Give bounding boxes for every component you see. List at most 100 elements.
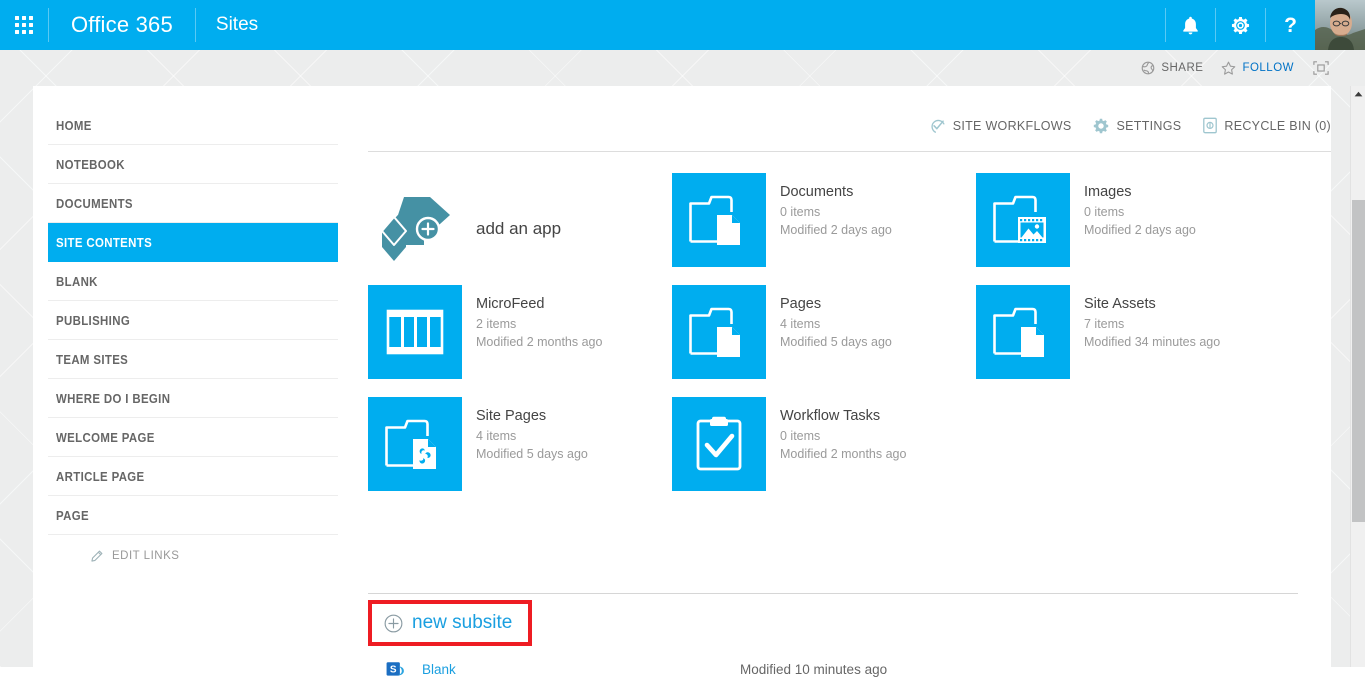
office365-suite-bar: Office 365 Sites ? <box>0 0 1365 50</box>
chevron-up-icon <box>1354 91 1362 97</box>
command-bar: SITE WORKFLOWS SETTINGS RECYCLE BIN (0) <box>368 100 1331 152</box>
tile-modified: Modified 5 days ago <box>476 447 588 462</box>
sharepoint-icon: S <box>386 661 404 676</box>
sidebar-item-home[interactable]: HOME <box>48 106 338 145</box>
sidebar-item-blank[interactable]: BLANK <box>48 262 338 301</box>
app-tile-site-assets[interactable]: Site Assets 7 items Modified 34 minutes … <box>976 285 1280 397</box>
help-button[interactable]: ? <box>1266 0 1315 50</box>
tile-title: Documents <box>780 184 854 200</box>
tile-icon-workflow-tasks <box>672 397 766 491</box>
avatar[interactable] <box>1315 0 1365 50</box>
settings-button[interactable] <box>1216 0 1265 50</box>
tile-modified: Modified 2 months ago <box>780 447 907 462</box>
tile-item-count: 7 items <box>1084 316 1125 331</box>
sidebar-item-page[interactable]: PAGE <box>48 496 338 535</box>
tile-title: Workflow Tasks <box>780 408 881 424</box>
scrollbar-thumb[interactable] <box>1352 200 1365 522</box>
app-tile-pages[interactable]: Pages 4 items Modified 5 days ago <box>672 285 976 397</box>
app-tile-images[interactable]: Images 0 items Modified 2 days ago <box>976 173 1280 285</box>
subsite-icon-wrap: S <box>368 660 422 679</box>
office365-brand[interactable]: Office 365 <box>49 0 195 50</box>
tile-text-images: Images 0 items Modified 2 days ago <box>1070 173 1196 240</box>
subsites-section: new subsite S Blank Modified 10 minutes … <box>368 593 1298 683</box>
tile-icon-site-assets <box>976 285 1070 379</box>
list-columns-icon <box>386 309 444 355</box>
settings-label: SETTINGS <box>1116 118 1182 133</box>
tile-modified: Modified 34 minutes ago <box>1084 335 1221 350</box>
settings-link[interactable]: SETTINGS <box>1071 118 1181 134</box>
tile-text-site-assets: Site Assets 7 items Modified 34 minutes … <box>1070 285 1220 352</box>
sidebar-item-label: TEAM SITES <box>56 351 129 367</box>
tile-text-pages: Pages 4 items Modified 5 days ago <box>766 285 892 352</box>
tile-item-count: 0 items <box>780 428 821 443</box>
folder-document-icon <box>993 307 1044 357</box>
new-subsite-label: new subsite <box>412 612 513 633</box>
app-tile-microfeed[interactable]: MicroFeed 2 items Modified 2 months ago <box>368 285 672 397</box>
page-surface: HOME NOTEBOOK DOCUMENTS SITE CONTENTS BL… <box>33 86 1331 677</box>
app-tiles-grid: add an app Documents 0 items Modified 2 … <box>368 152 1331 509</box>
tile-text-microfeed: MicroFeed 2 items Modified 2 months ago <box>462 285 602 352</box>
vertical-scrollbar[interactable] <box>1350 86 1365 667</box>
app-tile-workflow-tasks[interactable]: Workflow Tasks 0 items Modified 2 months… <box>672 397 976 509</box>
svg-text:S: S <box>389 664 396 675</box>
gear-icon <box>1231 16 1250 34</box>
add-an-app-label: add an app <box>476 219 562 238</box>
tile-text-site-pages: Site Pages 4 items Modified 5 days ago <box>462 397 588 464</box>
folder-document-icon <box>689 307 740 357</box>
share-icon <box>1141 61 1155 75</box>
quick-launch-nav: HOME NOTEBOOK DOCUMENTS SITE CONTENTS BL… <box>48 106 338 577</box>
suite-spacer <box>278 0 1165 50</box>
gear-icon <box>1094 118 1109 133</box>
suite-app-name-sites[interactable]: Sites <box>196 0 278 50</box>
sidebar-item-site-contents[interactable]: SITE CONTENTS <box>48 223 338 262</box>
page-ribbon: SHARE FOLLOW <box>0 50 1351 86</box>
tile-modified: Modified 5 days ago <box>780 335 892 350</box>
sidebar-item-team-sites[interactable]: TEAM SITES <box>48 340 338 379</box>
notifications-button[interactable] <box>1166 0 1215 50</box>
add-an-app-tile[interactable]: add an app <box>368 173 672 285</box>
recycle-bin-button[interactable]: RECYCLE BIN (0) <box>1181 117 1331 134</box>
sidebar-item-label: BLANK <box>56 273 98 289</box>
share-button[interactable]: SHARE <box>1132 61 1212 75</box>
star-icon <box>1222 61 1236 75</box>
site-workflows-icon <box>931 119 945 133</box>
site-workflows-label: SITE WORKFLOWS <box>952 118 1072 133</box>
tile-modified: Modified 2 days ago <box>780 223 892 238</box>
site-workflows-button[interactable]: SITE WORKFLOWS <box>908 118 1072 134</box>
sidebar-item-documents[interactable]: DOCUMENTS <box>48 184 338 223</box>
subsite-name-link[interactable]: Blank <box>422 662 740 677</box>
sidebar-item-article-page[interactable]: ARTICLE PAGE <box>48 457 338 496</box>
sidebar-item-label: WELCOME PAGE <box>56 429 155 445</box>
follow-button[interactable]: FOLLOW <box>1212 61 1303 76</box>
sidebar-item-label: ARTICLE PAGE <box>56 468 145 484</box>
app-tile-documents[interactable]: Documents 0 items Modified 2 days ago <box>672 173 976 285</box>
sidebar-item-label: NOTEBOOK <box>56 156 125 172</box>
scrollbar-track[interactable] <box>1351 102 1365 667</box>
tile-modified: Modified 2 months ago <box>476 335 603 350</box>
subsite-row[interactable]: S Blank Modified 10 minutes ago <box>368 655 1298 683</box>
focus-on-content-button[interactable] <box>1303 60 1339 76</box>
pencil-icon <box>91 550 103 562</box>
scroll-up-button[interactable] <box>1351 86 1365 102</box>
folder-wikipage-icon <box>385 419 436 469</box>
site-contents-main: SITE WORKFLOWS SETTINGS RECYCLE BIN (0) <box>368 86 1331 683</box>
sidebar-item-label: PAGE <box>56 507 89 523</box>
tile-item-count: 0 items <box>1084 204 1125 219</box>
edit-links-button[interactable]: EDIT LINKS <box>48 535 338 577</box>
edit-links-label: EDIT LINKS <box>112 550 180 562</box>
tile-title: MicroFeed <box>476 296 545 312</box>
new-subsite-button[interactable]: new subsite <box>368 600 533 646</box>
sidebar-item-notebook[interactable]: NOTEBOOK <box>48 145 338 184</box>
app-tile-site-pages[interactable]: Site Pages 4 items Modified 5 days ago <box>368 397 672 509</box>
sidebar-item-where-do-i-begin[interactable]: WHERE DO I BEGIN <box>48 379 338 418</box>
sidebar-item-publishing[interactable]: PUBLISHING <box>48 301 338 340</box>
share-label: SHARE <box>1161 62 1204 74</box>
tile-modified: Modified 2 days ago <box>1084 223 1196 238</box>
tile-title: Pages <box>780 296 822 312</box>
app-launcher-button[interactable] <box>0 0 48 50</box>
sidebar-item-label: PUBLISHING <box>56 312 131 328</box>
tile-icon-microfeed <box>368 285 462 379</box>
tile-icon-images <box>976 173 1070 267</box>
tile-item-count: 4 items <box>476 428 517 443</box>
sidebar-item-welcome-page[interactable]: WELCOME PAGE <box>48 418 338 457</box>
